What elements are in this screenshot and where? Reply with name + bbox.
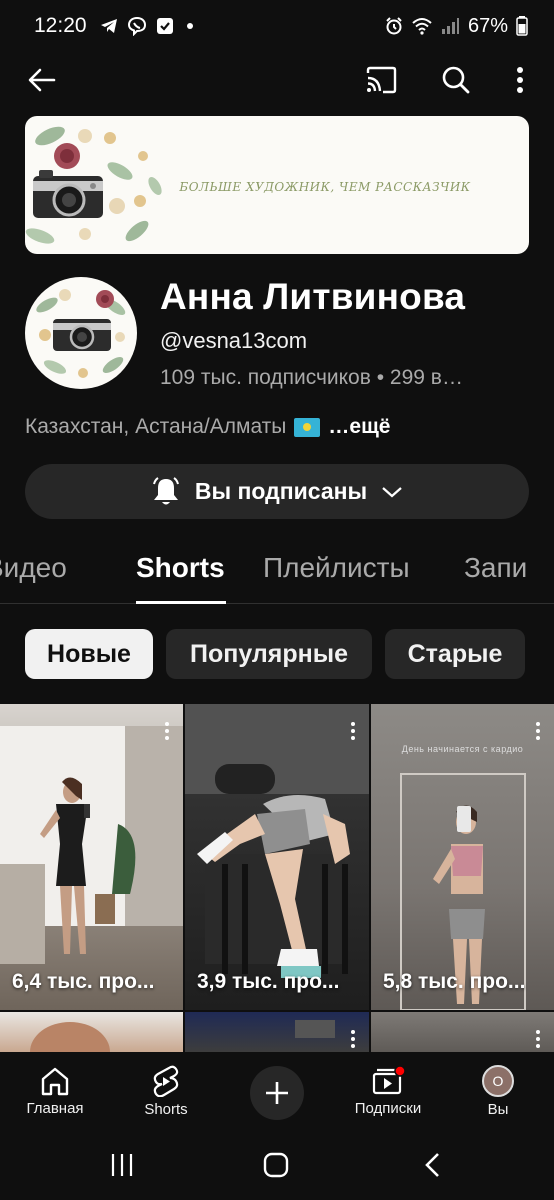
top-app-bar bbox=[0, 52, 554, 108]
short-thumbnail[interactable]: 6,4 тыс. про... bbox=[0, 704, 183, 1010]
short-video-preview bbox=[0, 726, 183, 964]
nav-subscriptions[interactable]: Подписки bbox=[333, 1052, 443, 1130]
home-system-button[interactable] bbox=[261, 1148, 291, 1182]
nav-home-label: Главная bbox=[26, 1099, 84, 1117]
short-caption: День начинается с кардио bbox=[401, 744, 524, 754]
home-circle-icon bbox=[263, 1152, 289, 1178]
active-tab-indicator bbox=[136, 601, 226, 604]
back-arrow-icon bbox=[28, 68, 56, 92]
nav-you[interactable]: О Вы bbox=[443, 1052, 553, 1130]
short-thumbnail[interactable] bbox=[0, 1012, 183, 1052]
create-button[interactable] bbox=[250, 1066, 304, 1120]
telegram-icon bbox=[100, 19, 117, 33]
more-description-link[interactable]: …ещё bbox=[328, 415, 390, 439]
short-video-preview bbox=[30, 1022, 110, 1052]
channel-handle: @vesna13com bbox=[160, 328, 308, 353]
nav-shorts[interactable]: Shorts bbox=[111, 1052, 221, 1130]
tab-posts[interactable]: Запи bbox=[464, 552, 527, 584]
search-icon bbox=[442, 66, 470, 94]
short-thumbnail[interactable] bbox=[185, 1012, 369, 1052]
nav-subscriptions-label: Подписки bbox=[354, 1099, 422, 1117]
short-more-icon[interactable] bbox=[165, 722, 169, 740]
channel-stats: 109 тыс. подписчиков • 299 в… bbox=[160, 366, 463, 389]
chip-newest[interactable]: Новые bbox=[25, 629, 153, 679]
short-more-icon[interactable] bbox=[536, 722, 540, 740]
short-views: 3,9 тыс. про... bbox=[197, 970, 340, 993]
short-thumbnail[interactable]: День начинается с кардио 5,8 тыс. про... bbox=[371, 704, 554, 1010]
back-system-button[interactable] bbox=[420, 1148, 444, 1182]
cast-button[interactable] bbox=[363, 62, 399, 98]
nav-shorts-label: Shorts bbox=[144, 1100, 188, 1118]
signal-icon bbox=[441, 18, 459, 34]
channel-banner: БОЛЬШЕ ХУДОЖНИК, ЧЕМ РАССКАЗЧИК bbox=[25, 116, 529, 254]
more-vert-icon bbox=[517, 67, 523, 93]
cast-icon bbox=[366, 66, 397, 94]
status-bar: 12:20 67% bbox=[0, 0, 554, 52]
subscriptions-icon bbox=[372, 1065, 406, 1094]
more-options-button[interactable] bbox=[502, 62, 538, 98]
channel-location: Казахстан, Астана/Алматы bbox=[25, 415, 287, 438]
search-button[interactable] bbox=[438, 62, 474, 98]
bottom-navigation: Главная Shorts Подписки О Вы bbox=[0, 1052, 554, 1130]
shorts-icon bbox=[153, 1065, 179, 1097]
new-content-badge-icon bbox=[394, 1065, 406, 1077]
recent-apps-button[interactable] bbox=[107, 1148, 137, 1182]
tab-videos[interactable]: Видео bbox=[0, 552, 67, 584]
short-more-icon[interactable] bbox=[536, 1030, 540, 1048]
nav-you-label: Вы bbox=[487, 1100, 509, 1118]
bell-icon bbox=[152, 476, 179, 504]
alarm-icon bbox=[386, 17, 402, 35]
banner-slogan: БОЛЬШЕ ХУДОЖНИК, ЧЕМ РАССКАЗЧИК bbox=[179, 180, 471, 194]
short-views: 6,4 тыс. про... bbox=[12, 970, 155, 993]
home-icon bbox=[41, 1067, 69, 1095]
chevron-down-icon bbox=[382, 486, 402, 497]
user-avatar-letter: О bbox=[492, 1072, 504, 1089]
checkbox-app-icon bbox=[156, 18, 173, 34]
short-more-icon[interactable] bbox=[351, 1030, 355, 1048]
short-video-preview bbox=[295, 1020, 335, 1038]
avatar-flowers-camera-image bbox=[36, 289, 126, 378]
channel-avatar[interactable] bbox=[25, 277, 137, 389]
short-thumbnail[interactable] bbox=[371, 1012, 554, 1052]
plus-icon bbox=[266, 1082, 288, 1104]
subscribed-button[interactable]: Вы подписаны bbox=[25, 464, 529, 519]
wifi-icon bbox=[412, 18, 432, 35]
channel-tabs: Видео Shorts Плейлисты Запи bbox=[0, 538, 554, 604]
chip-oldest[interactable]: Старые bbox=[385, 629, 525, 679]
notification-dot-icon bbox=[186, 23, 193, 29]
tab-shorts[interactable]: Shorts bbox=[136, 552, 225, 584]
battery-icon bbox=[516, 16, 528, 36]
short-video-preview bbox=[185, 704, 369, 978]
user-avatar: О bbox=[482, 1064, 514, 1097]
back-chevron-icon bbox=[425, 1153, 439, 1177]
channel-name: Анна Литвинова bbox=[160, 276, 466, 317]
battery-percent: 67% bbox=[467, 14, 508, 37]
subscribed-label: Вы подписаны bbox=[194, 478, 368, 504]
nav-home[interactable]: Главная bbox=[0, 1052, 110, 1130]
status-time: 12:20 bbox=[34, 14, 87, 37]
channel-description[interactable]: Казахстан, Астана/Алматы …ещё bbox=[25, 415, 390, 439]
short-thumbnail[interactable]: 3,9 тыс. про... bbox=[185, 704, 369, 1010]
tab-playlists[interactable]: Плейлисты bbox=[263, 552, 410, 584]
banner-flowers-camera-image bbox=[25, 126, 162, 244]
chip-popular[interactable]: Популярные bbox=[166, 629, 372, 679]
short-more-icon[interactable] bbox=[351, 722, 355, 740]
viber-icon bbox=[127, 16, 146, 36]
short-views: 5,8 тыс. про... bbox=[383, 970, 526, 993]
system-navigation-bar bbox=[0, 1130, 554, 1200]
back-button[interactable] bbox=[24, 62, 60, 98]
kazakhstan-flag-icon bbox=[294, 417, 321, 437]
recent-apps-icon bbox=[111, 1154, 133, 1176]
